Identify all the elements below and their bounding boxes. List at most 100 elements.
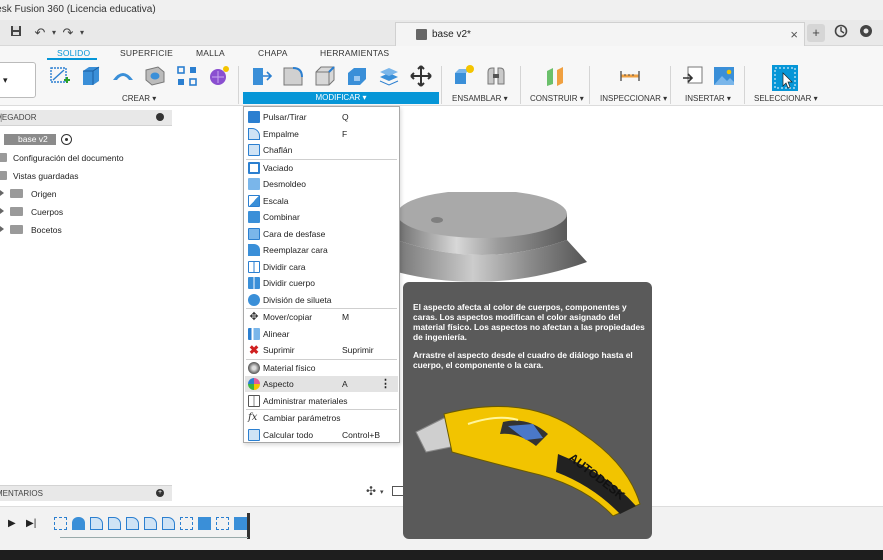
offset-plane-icon[interactable] [543, 64, 567, 88]
menu-item-shell[interactable]: Vaciado [245, 160, 398, 176]
browser-item-named-views[interactable]: Vistas guardadas [13, 171, 79, 181]
menu-item-split-body[interactable]: Dividir cuerpo [245, 275, 398, 291]
document-cube-icon [416, 29, 427, 40]
browser-panel: NAVEGADOR | base v2 Configuración del do… [0, 110, 172, 490]
tab-chapa[interactable]: CHAPA [258, 48, 288, 58]
tab-superficie[interactable]: SUPERFICIE [120, 48, 173, 58]
chamfer-tool-icon[interactable] [313, 64, 337, 88]
timeline-fillet-icon[interactable] [90, 517, 103, 530]
menu-item-offset-face[interactable]: Cara de desfase [245, 226, 398, 242]
browser-item-bodies[interactable]: Cuerpos [31, 207, 63, 217]
group-ensamblar[interactable]: ENSAMBLAR ▾ [452, 94, 508, 103]
silhouette-split-icon [248, 294, 260, 306]
tab-herramientas[interactable]: HERRAMIENTAS [320, 48, 389, 58]
insert-canvas-icon[interactable] [712, 64, 736, 88]
menu-item-delete[interactable]: ✖ Suprimir Suprimir [245, 342, 398, 358]
browser-item-origin[interactable]: Origen [31, 189, 57, 199]
job-status-icon[interactable] [832, 24, 850, 42]
group-construir[interactable]: CONSTRUIR ▾ [530, 94, 584, 103]
insert-derive-icon[interactable] [681, 64, 705, 88]
save-icon[interactable] [8, 25, 24, 41]
orbit-icon[interactable]: ✣ [366, 484, 376, 498]
activate-radio-icon[interactable] [61, 134, 72, 145]
move-copy-tool-icon[interactable] [409, 64, 433, 88]
create-form-icon[interactable] [207, 64, 231, 88]
menu-item-split-face[interactable]: Dividir cara [245, 259, 398, 275]
model-body[interactable] [397, 190, 587, 292]
new-component-icon[interactable] [452, 64, 476, 88]
expand-arrow-icon[interactable] [0, 226, 4, 232]
notifications-icon[interactable] [857, 24, 875, 42]
menu-item-silhouette-split[interactable]: División de silueta [245, 292, 398, 308]
fillet-tool-icon[interactable] [281, 64, 305, 88]
last-step-icon[interactable]: ▶| [26, 518, 36, 529]
select-icon[interactable] [771, 64, 799, 92]
timeline-extrude-icon[interactable] [72, 517, 85, 530]
browser-root-node[interactable]: base v2 [4, 134, 56, 145]
compute-all-icon [248, 429, 260, 441]
taskbar-strip [0, 550, 883, 560]
tab-solido[interactable]: SOLIDO [57, 48, 90, 58]
group-inspeccionar[interactable]: INSPECCIONAR ▾ [600, 94, 667, 103]
group-seleccionar[interactable]: SELECCIONAR ▾ [754, 94, 818, 103]
menu-item-fillet[interactable]: Empalme F [245, 126, 398, 142]
close-tab-icon[interactable]: × [790, 27, 798, 42]
menu-item-chamfer[interactable]: Chaflán [245, 142, 398, 158]
timeline-marker[interactable] [247, 513, 250, 539]
expand-arrow-icon[interactable] [0, 190, 4, 196]
timeline-fillet-icon[interactable] [144, 517, 157, 530]
timeline-sketch-icon[interactable] [216, 517, 229, 530]
browser-item-sketches[interactable]: Bocetos [31, 225, 62, 235]
menu-item-label: Cara de desfase [263, 229, 326, 239]
menu-item-draft[interactable]: Desmoldeo [245, 176, 398, 192]
menu-item-label: Desmoldeo [263, 179, 306, 189]
group-crear[interactable]: CREAR ▾ [122, 94, 156, 103]
pin-icon[interactable]: | [0, 112, 171, 122]
hole-icon[interactable] [143, 64, 167, 88]
workspace-switcher[interactable]: ▾ [0, 62, 36, 98]
timeline-fillet-icon[interactable] [126, 517, 139, 530]
measure-icon[interactable] [618, 64, 642, 88]
menu-item-change-parameters[interactable]: fx Cambiar parámetros [245, 410, 398, 426]
play-icon[interactable]: ▶ [8, 518, 16, 529]
menu-item-physical-material[interactable]: Material físico [245, 360, 398, 376]
create-sketch-icon[interactable] [48, 64, 72, 88]
folder-icon [0, 153, 7, 162]
timeline-extrude-icon[interactable] [198, 517, 211, 530]
timeline-fillet-icon[interactable] [108, 517, 121, 530]
document-tab[interactable]: base v2* × [395, 22, 805, 46]
shell-tool-icon[interactable] [345, 64, 369, 88]
menu-item-appearance[interactable]: Aspecto A ⋮ [245, 376, 398, 392]
offset-face-tool-icon[interactable] [377, 64, 401, 88]
timeline-sketch-icon[interactable] [180, 517, 193, 530]
expand-arrow-icon[interactable] [0, 208, 4, 214]
menu-item-press-pull[interactable]: Pulsar/Tirar Q [245, 109, 398, 125]
timeline-fillet-icon[interactable] [162, 517, 175, 530]
joint-icon[interactable] [484, 64, 508, 88]
extrude-icon[interactable] [79, 64, 103, 88]
add-comment-icon[interactable]: + [156, 489, 164, 497]
timeline-extrude-icon[interactable] [234, 517, 247, 530]
menu-item-manage-materials[interactable]: Administrar materiales [245, 393, 398, 409]
press-pull-tool-icon[interactable] [249, 64, 273, 88]
menu-item-compute-all[interactable]: Calcular todo Control+B [245, 427, 398, 443]
redo-dropdown-icon[interactable]: ▾ [74, 25, 90, 41]
orbit-dropdown-icon[interactable]: ▾ [380, 488, 384, 496]
timeline-sketch-icon[interactable] [54, 517, 67, 530]
menu-item-label: Material físico [263, 363, 316, 373]
more-options-icon[interactable]: ⋮ [380, 377, 391, 390]
tab-malla[interactable]: MALLA [196, 48, 225, 58]
menu-item-shortcut: A [342, 379, 348, 389]
browser-item-document-settings[interactable]: Configuración del documento [13, 153, 124, 163]
new-tab-icon[interactable]: + [807, 24, 825, 42]
menu-item-align[interactable]: Alinear [245, 326, 398, 342]
menu-item-scale[interactable]: Escala [245, 193, 398, 209]
group-modificar[interactable]: MODIFICAR ▾ [243, 92, 439, 104]
pattern-icon[interactable] [175, 64, 199, 88]
menu-item-move-copy[interactable]: ✥ Mover/copiar M [245, 309, 398, 325]
menu-item-label: Alinear [263, 329, 290, 339]
menu-item-replace-face[interactable]: Reemplazar cara [245, 242, 398, 258]
group-insertar[interactable]: INSERTAR ▾ [685, 94, 731, 103]
revolve-icon[interactable] [111, 64, 135, 88]
menu-item-combine[interactable]: Combinar [245, 209, 398, 225]
